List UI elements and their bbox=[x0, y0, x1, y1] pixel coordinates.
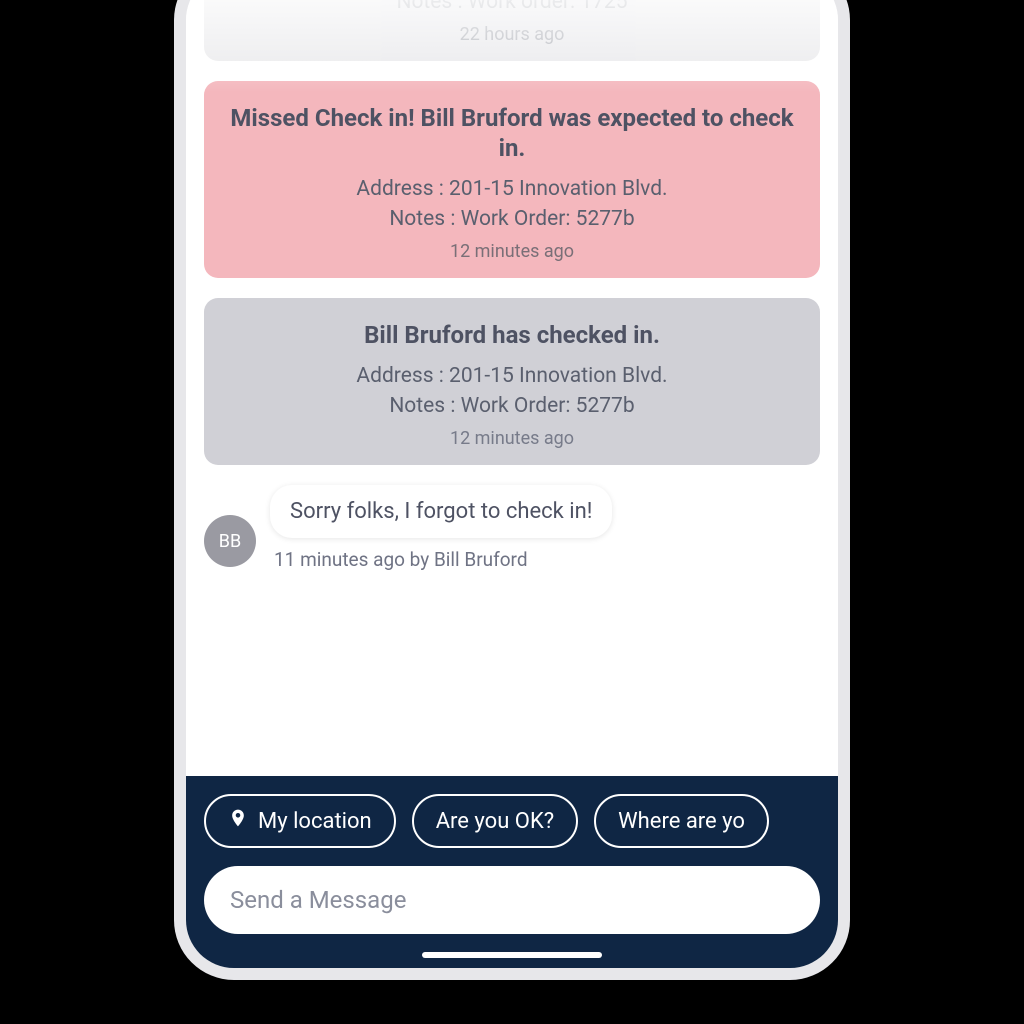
event-card-missed-checkin: Missed Check in! Bill Bruford was expect… bbox=[204, 81, 820, 278]
quick-reply-label: Where are yo bbox=[618, 809, 745, 834]
quick-reply-label: My location bbox=[258, 809, 372, 834]
quick-reply-where-are-you[interactable]: Where are yo bbox=[594, 794, 769, 848]
quick-reply-my-location[interactable]: My location bbox=[204, 794, 396, 848]
quick-reply-are-you-ok[interactable]: Are you OK? bbox=[412, 794, 578, 848]
event-time: 12 minutes ago bbox=[228, 428, 796, 449]
chat-message-row: BB Sorry folks, I forgot to check in! 11… bbox=[204, 485, 820, 571]
event-notes: Notes : Work Order: 5277b bbox=[228, 394, 796, 418]
home-indicator bbox=[422, 952, 602, 958]
activity-feed[interactable]: Notes : Work order: 1725 22 hours ago Mi… bbox=[186, 0, 838, 776]
quick-reply-label: Are you OK? bbox=[436, 809, 554, 834]
event-notes: Notes : Work order: 1725 bbox=[228, 0, 796, 14]
event-address: Address : 201-15 Innovation Blvd. bbox=[228, 177, 796, 201]
event-notes: Notes : Work Order: 5277b bbox=[228, 207, 796, 231]
event-time: 12 minutes ago bbox=[228, 241, 796, 262]
event-title: Bill Bruford has checked in. bbox=[228, 320, 796, 350]
event-card-previous: Notes : Work order: 1725 22 hours ago bbox=[204, 0, 820, 61]
chat-message-meta: 11 minutes ago by Bill Bruford bbox=[274, 548, 612, 571]
location-pin-icon bbox=[228, 806, 248, 836]
message-input[interactable]: Send a Message bbox=[204, 866, 820, 934]
phone-screen: Notes : Work order: 1725 22 hours ago Mi… bbox=[186, 0, 838, 968]
event-time: 22 hours ago bbox=[228, 24, 796, 45]
avatar[interactable]: BB bbox=[204, 515, 256, 567]
event-title: Missed Check in! Bill Bruford was expect… bbox=[228, 103, 796, 163]
chat-message-bubble: Sorry folks, I forgot to check in! bbox=[270, 485, 612, 538]
compose-footer: My location Are you OK? Where are yo Sen… bbox=[186, 776, 838, 968]
event-card-checked-in: Bill Bruford has checked in. Address : 2… bbox=[204, 298, 820, 465]
quick-reply-row[interactable]: My location Are you OK? Where are yo bbox=[200, 794, 824, 866]
event-address: Address : 201-15 Innovation Blvd. bbox=[228, 364, 796, 388]
phone-frame: Notes : Work order: 1725 22 hours ago Mi… bbox=[174, 0, 850, 980]
